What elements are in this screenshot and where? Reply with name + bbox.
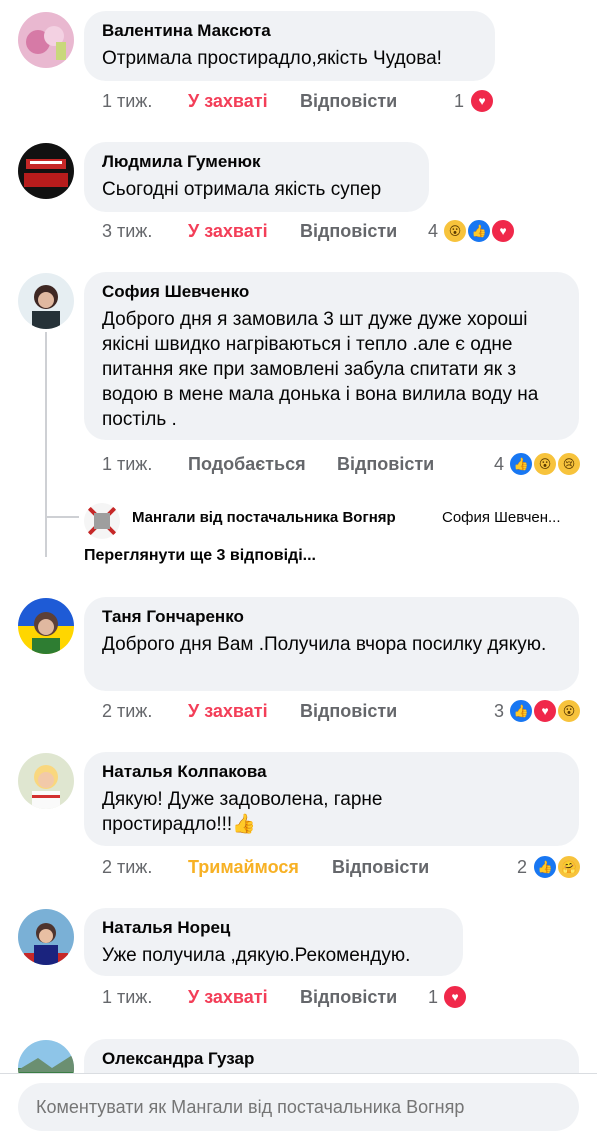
comment-author[interactable]: Олександра Гузар xyxy=(102,1049,561,1069)
comment-author[interactable]: Наталья Колпакова xyxy=(102,762,561,782)
reply-preview-text: София Шевчен... xyxy=(442,509,561,526)
reaction-count[interactable]: 4 xyxy=(428,220,438,242)
reaction-count[interactable]: 4 xyxy=(494,453,504,475)
thread-line xyxy=(45,516,79,518)
comment-author[interactable]: Валентина Максюта xyxy=(102,21,477,41)
reply-button[interactable]: Відповісти xyxy=(337,453,434,475)
avatar[interactable] xyxy=(84,503,120,539)
comment-bubble: Валентина Максюта Отримала простирадло,я… xyxy=(84,11,495,81)
like-reaction-icon: 👍 xyxy=(508,698,534,724)
comment-text: Уже получила ,дякую.Рекомендую. xyxy=(102,945,411,966)
comment-time[interactable]: 2 тиж. xyxy=(102,700,152,722)
comment-bubble: София Шевченко Доброго дня я замовила 3 … xyxy=(84,272,579,440)
reply-button[interactable]: Відповісти xyxy=(300,986,397,1008)
comment-time[interactable]: 1 тиж. xyxy=(102,453,152,475)
sad-reaction-icon: 😢 xyxy=(556,451,582,477)
comment-time[interactable]: 2 тиж. xyxy=(102,856,152,878)
comment-bubble: Людмила Гуменюк Сьогодні отримала якість… xyxy=(84,142,429,212)
reply-button[interactable]: Відповісти xyxy=(300,220,397,242)
avatar[interactable] xyxy=(18,12,74,68)
comment-author[interactable]: Людмила Гуменюк xyxy=(102,152,411,172)
love-reaction-icon: ♥ xyxy=(490,218,516,244)
reaction-count[interactable]: 3 xyxy=(494,700,504,722)
comment-text: Доброго дня Вам .Получила вчора посилку … xyxy=(102,634,547,655)
comment-text: Доброго дня я замовила 3 шт дуже дуже хо… xyxy=(102,309,539,430)
like-button[interactable]: Подобається xyxy=(188,453,306,475)
reaction-count[interactable]: 1 xyxy=(428,986,438,1008)
reaction-count[interactable]: 2 xyxy=(517,856,527,878)
avatar[interactable] xyxy=(18,909,74,965)
reply-button[interactable]: Відповісти xyxy=(300,90,397,112)
like-reaction-icon: 👍 xyxy=(508,451,534,477)
avatar[interactable] xyxy=(18,753,74,809)
comment-text: Отримала простирадло,якість Чудова! xyxy=(102,48,442,69)
like-reaction-icon: 👍 xyxy=(466,218,492,244)
thread-line xyxy=(45,332,47,557)
wow-reaction-icon: 😮 xyxy=(532,451,558,477)
love-reaction-icon: ♥ xyxy=(469,88,495,114)
comment-time[interactable]: 1 тиж. xyxy=(102,90,152,112)
reply-button[interactable]: Відповісти xyxy=(332,856,429,878)
comment-bubble: Наталья Норец Уже получила ,дякую.Рекоме… xyxy=(84,908,463,976)
comment-bubble: Таня Гончаренко Доброго дня Вам .Получил… xyxy=(84,597,579,691)
reaction-count[interactable]: 1 xyxy=(454,90,464,112)
comment-time[interactable]: 1 тиж. xyxy=(102,986,152,1008)
avatar[interactable] xyxy=(18,143,74,199)
comment-time[interactable]: 3 тиж. xyxy=(102,220,152,242)
wow-reaction-icon: 😮 xyxy=(442,218,468,244)
reaction-button[interactable]: Тримаймося xyxy=(188,856,299,878)
comment-text: Сьогодні отримала якість супер xyxy=(102,179,382,200)
comment-input[interactable] xyxy=(18,1083,579,1131)
like-reaction-icon: 👍 xyxy=(532,854,558,880)
reaction-button[interactable]: У захваті xyxy=(188,986,268,1008)
view-more-replies-link[interactable]: Переглянути ще 3 відповіді... xyxy=(84,547,316,565)
avatar[interactable] xyxy=(18,273,74,329)
reaction-button[interactable]: У захваті xyxy=(188,700,268,722)
care-reaction-icon: 🤗 xyxy=(556,854,582,880)
avatar[interactable] xyxy=(18,598,74,654)
comment-bubble: Наталья Колпакова Дякую! Дуже задоволена… xyxy=(84,752,579,846)
wow-reaction-icon: 😮 xyxy=(556,698,582,724)
reaction-button[interactable]: У захваті xyxy=(188,220,268,242)
comment-author[interactable]: София Шевченко xyxy=(102,282,561,302)
love-reaction-icon: ♥ xyxy=(442,984,468,1010)
comment-author[interactable]: Таня Гончаренко xyxy=(102,607,561,627)
reply-author[interactable]: Мангали від постачальника Вогняр xyxy=(132,509,396,526)
reaction-button[interactable]: У захваті xyxy=(188,90,268,112)
love-reaction-icon: ♥ xyxy=(532,698,558,724)
comment-text: Дякую! Дуже задоволена, гарне простирадл… xyxy=(102,789,383,835)
comment-author[interactable]: Наталья Норец xyxy=(102,918,445,938)
reply-button[interactable]: Відповісти xyxy=(300,700,397,722)
